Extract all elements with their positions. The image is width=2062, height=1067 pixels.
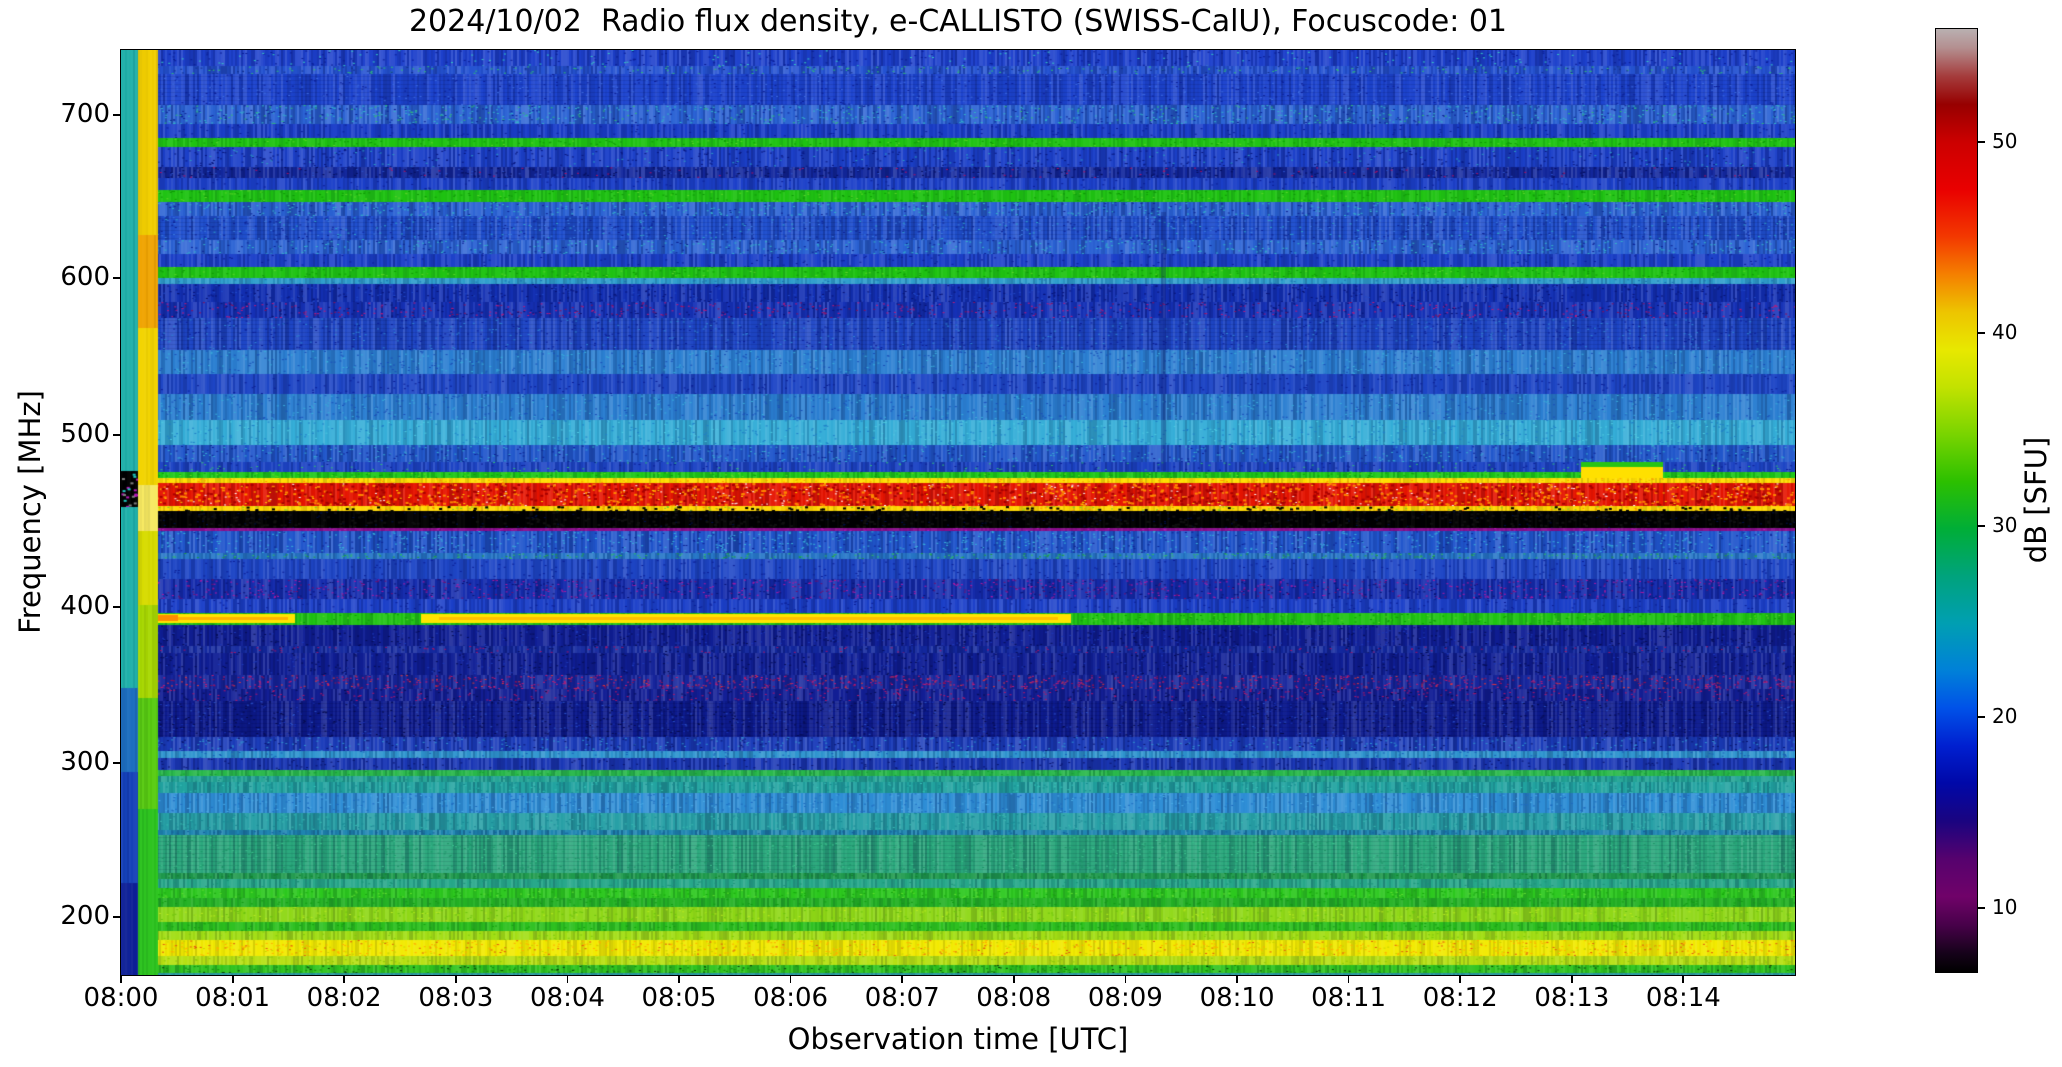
x-tick-mark (1236, 975, 1238, 983)
x-tick-mark (1012, 975, 1015, 983)
x-tick-mark (1347, 975, 1350, 983)
y-tick-mark (113, 114, 121, 116)
colorbar-tick-mark (1977, 716, 1985, 718)
x-tick-label: 08:05 (641, 983, 717, 1013)
x-tick-mark (231, 975, 234, 983)
spectrogram-canvas (120, 49, 1796, 976)
y-tick-label: 200 (60, 901, 110, 931)
x-tick-label: 08:13 (1534, 983, 1610, 1013)
x-tick-mark (343, 975, 346, 983)
x-axis-label: Observation time [UTC] (787, 1022, 1129, 1056)
y-tick-label: 300 (60, 746, 110, 777)
x-tick-label: 08:03 (418, 983, 494, 1013)
colorbar-tick-label: 10 (1992, 894, 2018, 919)
x-tick-mark (120, 975, 122, 983)
y-tick-mark (113, 762, 121, 764)
x-tick-mark (1682, 975, 1685, 983)
x-tick-label: 08:07 (864, 983, 940, 1013)
chart-title: 2024/10/02 Radio flux density, e-CALLIST… (408, 4, 1508, 39)
x-tick-label: 08:01 (195, 983, 271, 1013)
y-tick-label: 600 (60, 262, 110, 292)
x-tick-mark (1124, 975, 1127, 983)
spectrogram-figure: 2024/10/02 Radio flux density, e-CALLIST… (0, 0, 2062, 1067)
colorbar-tick-mark (1977, 525, 1985, 527)
y-tick-label: 400 (60, 591, 110, 622)
colorbar-label: dB [SFU] (2019, 436, 2053, 564)
x-tick-mark (1459, 975, 1462, 983)
y-tick-mark (113, 916, 121, 918)
y-tick-mark (113, 606, 121, 608)
x-tick-mark (454, 975, 457, 983)
x-tick-label: 08:11 (1311, 983, 1386, 1013)
x-tick-mark (566, 975, 569, 983)
colorbar-tick-mark (1977, 141, 1985, 143)
x-tick-label: 08:08 (976, 983, 1052, 1013)
colorbar-tick-label: 30 (1992, 513, 2018, 537)
x-tick-label: 08:12 (1422, 983, 1498, 1013)
x-tick-mark (901, 975, 904, 983)
x-tick-label: 08:09 (1087, 983, 1163, 1013)
x-tick-label: 08:14 (1645, 983, 1721, 1013)
x-tick-label: 08:04 (529, 983, 605, 1013)
y-tick-mark (113, 277, 121, 279)
y-tick-mark (113, 434, 121, 436)
x-tick-label: 08:00 (83, 983, 159, 1013)
colorbar-tick-label: 20 (1992, 703, 2018, 728)
x-tick-label: 08:02 (306, 983, 382, 1013)
colorbar-tick-mark (1977, 332, 1985, 334)
colorbar (1935, 28, 1978, 973)
y-tick-label: 500 (60, 418, 110, 449)
x-tick-mark (678, 975, 680, 983)
colorbar-tick-mark (1977, 906, 1985, 909)
colorbar-tick-label: 50 (1992, 128, 2018, 153)
y-tick-label: 700 (60, 99, 110, 130)
x-tick-label: 08:06 (753, 983, 829, 1013)
x-tick-mark (1570, 975, 1573, 983)
x-tick-label: 08:10 (1199, 983, 1275, 1013)
colorbar-tick-label: 40 (1992, 320, 2018, 345)
x-tick-mark (789, 975, 792, 983)
